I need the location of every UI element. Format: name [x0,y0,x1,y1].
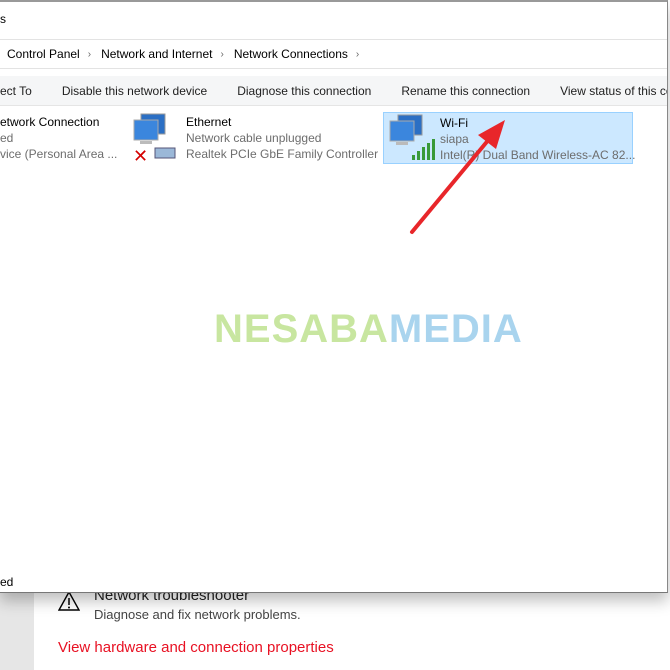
annotation-arrow [410,120,505,234]
